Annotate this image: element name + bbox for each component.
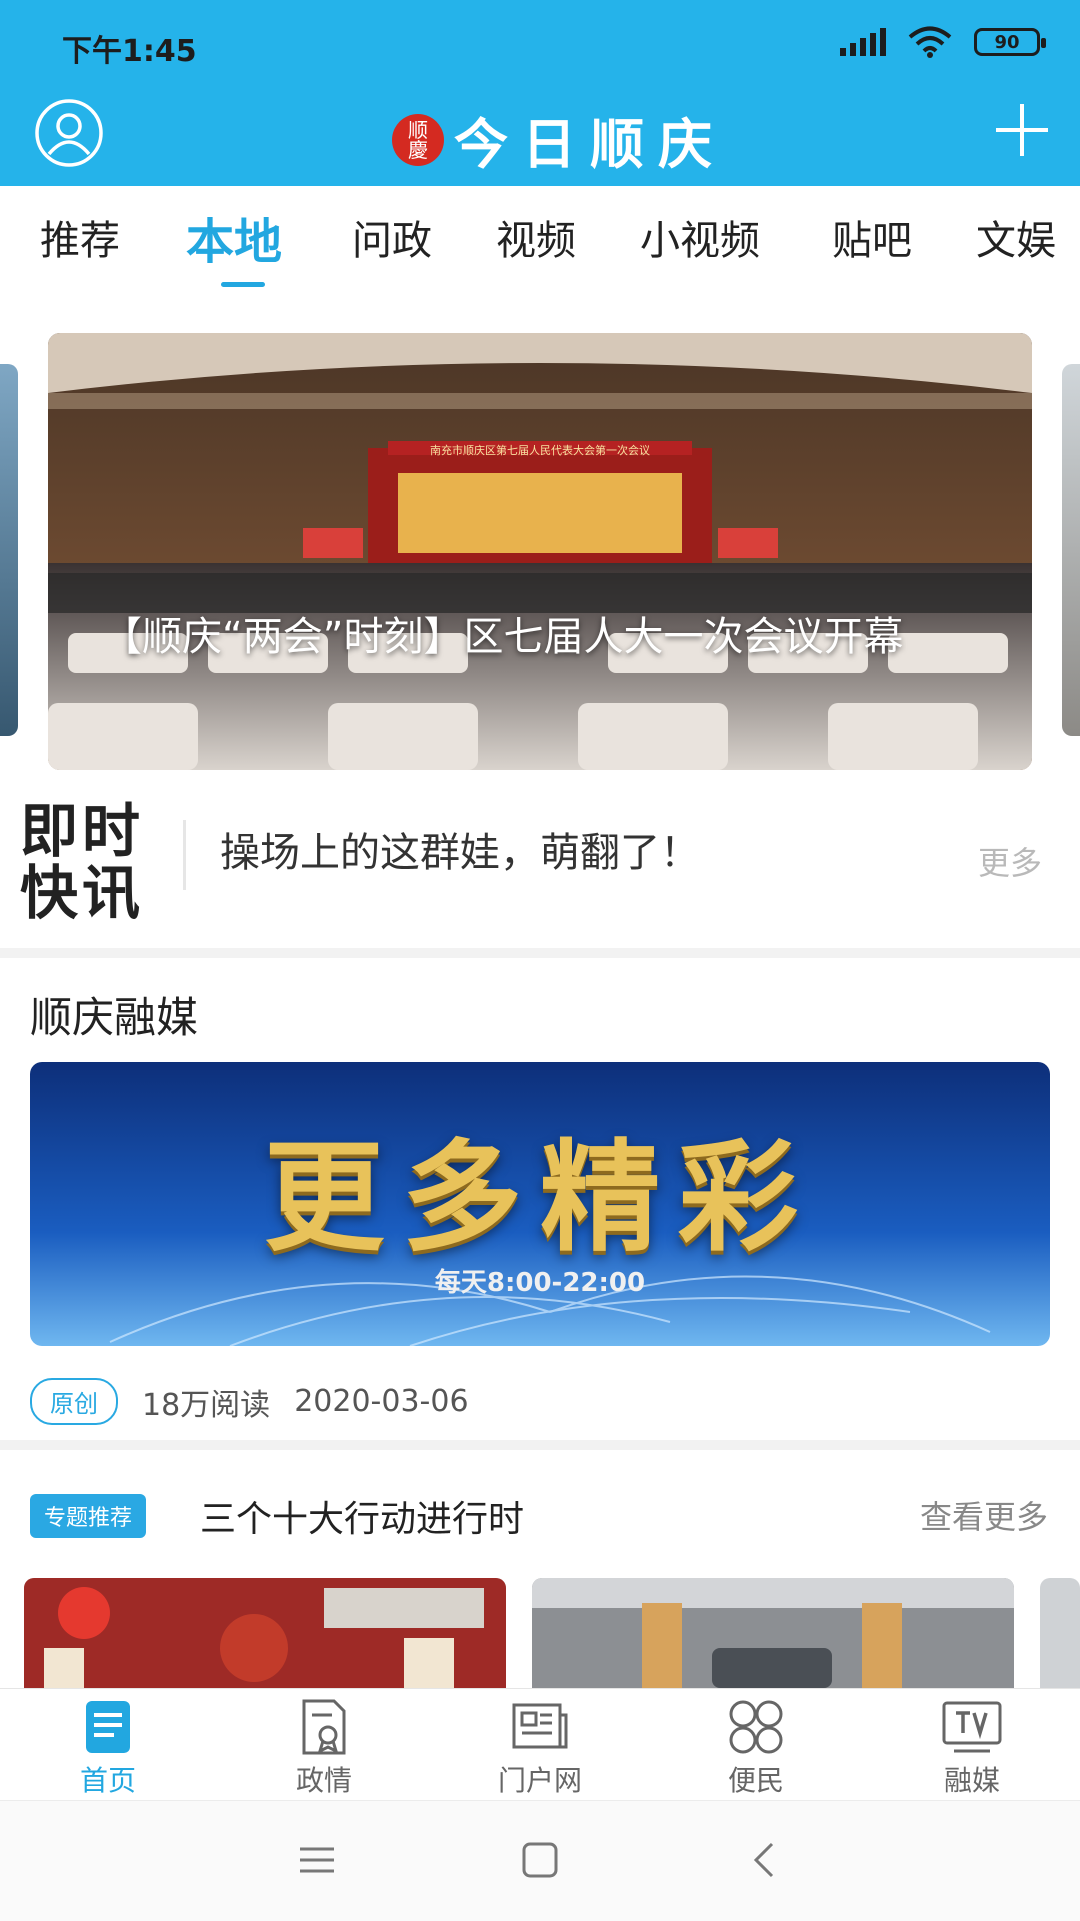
status-icons: 90 xyxy=(840,26,1046,58)
banner-headline: 更多精彩 xyxy=(264,1127,816,1268)
nav-label: 门户网 xyxy=(497,1764,582,1797)
app-logo: 顺慶 今日顺庆 xyxy=(392,100,726,179)
nav-politics[interactable]: 政情 xyxy=(254,1697,394,1799)
topic-badge: 专题推荐 xyxy=(30,1494,147,1538)
hero-image xyxy=(48,333,1032,770)
flash-logo-line1: 即时 xyxy=(20,797,145,865)
section-title: 顺庆融媒 xyxy=(30,993,199,1042)
banner-subtitle: 每天8:00-22:00 xyxy=(434,1268,646,1298)
wifi-icon xyxy=(908,26,952,58)
hero-carousel-card[interactable]: 南充市顺庆区第七届人民代表大会第一次会议 【顺庆“两会”时刻】区七届人大一次会议… xyxy=(48,333,1032,770)
section-separator xyxy=(0,1440,1080,1450)
tab-video[interactable]: 视频 xyxy=(496,208,576,266)
channel-tabs: 推荐 本地 问政 视频 小视频 贴吧 文娱 xyxy=(0,186,1080,286)
nav-label: 便民 xyxy=(727,1764,784,1797)
topic-more-link[interactable]: 查看更多 xyxy=(920,1492,1048,1538)
flash-logo-line2: 快讯 xyxy=(20,859,145,927)
battery-level: 90 xyxy=(994,31,1020,53)
read-count: 18万阅读 xyxy=(142,1387,271,1423)
stage-banner-text: 南充市顺庆区第七届人民代表大会第一次会议 xyxy=(430,444,650,457)
portal-news-icon xyxy=(512,1703,568,1749)
topic-title[interactable]: 三个十大行动进行时 xyxy=(200,1490,524,1542)
topic-thumbnail-peek[interactable] xyxy=(1040,1578,1080,1688)
publish-date: 2020-03-06 xyxy=(294,1384,469,1419)
battery-icon: 90 xyxy=(974,28,1046,56)
app-title: 今日顺庆 xyxy=(454,112,726,176)
flash-news-row[interactable]: 即时 快讯 操场上的这群娃，萌翻了！ 更多 xyxy=(0,790,1080,940)
back-icon[interactable] xyxy=(740,1835,790,1885)
original-tag: 原创 xyxy=(30,1378,118,1425)
flash-divider xyxy=(183,820,186,890)
politics-doc-icon xyxy=(302,1699,346,1755)
flash-news-logo: 即时 快讯 xyxy=(20,800,166,924)
article-meta: 原创 18万阅读 2020-03-06 xyxy=(30,1378,469,1425)
tab-inquiry[interactable]: 问政 xyxy=(352,208,432,266)
carousel-next-peek[interactable] xyxy=(1062,364,1080,736)
carousel-prev-peek[interactable] xyxy=(0,364,18,736)
nav-label: 首页 xyxy=(79,1764,136,1797)
logo-seal-text: 顺慶 xyxy=(408,117,428,162)
system-navigation-bar xyxy=(0,1800,1080,1921)
app-header: 下午1:45 90 顺慶 今日顺庆 xyxy=(0,0,1080,186)
nav-label: 融媒 xyxy=(943,1764,1000,1797)
nav-services[interactable]: 便民 xyxy=(686,1697,826,1799)
tab-local[interactable]: 本地 xyxy=(186,202,282,272)
home-square-icon[interactable] xyxy=(515,1835,565,1885)
bottom-navigation: 首页 政情 门户网 便民 融媒 xyxy=(0,1688,1080,1801)
nav-media[interactable]: 融媒 xyxy=(902,1697,1042,1799)
festival-image xyxy=(24,1578,506,1688)
nav-home[interactable]: 首页 xyxy=(38,1697,178,1799)
tab-short-video[interactable]: 小视频 xyxy=(640,208,760,266)
menu-icon[interactable] xyxy=(292,1835,342,1885)
nav-portal[interactable]: 门户网 xyxy=(470,1697,610,1799)
parking-image xyxy=(532,1578,1014,1688)
tab-indicator xyxy=(221,282,265,287)
logo-seal: 顺慶 xyxy=(392,113,444,166)
tab-forum[interactable]: 贴吧 xyxy=(832,208,912,266)
flash-more-link[interactable]: 更多 xyxy=(978,838,1042,884)
signal-icon xyxy=(840,28,886,56)
user-icon[interactable] xyxy=(34,98,104,168)
tab-recommend[interactable]: 推荐 xyxy=(40,208,120,266)
tv-icon xyxy=(942,1701,1002,1753)
nav-label: 政情 xyxy=(295,1764,352,1797)
home-doc-icon xyxy=(86,1701,130,1753)
tab-entertainment[interactable]: 文娱 xyxy=(976,208,1056,266)
media-banner[interactable]: 更多精彩 每天8:00-22:00 xyxy=(30,1062,1050,1346)
hero-title: 【顺庆“两会”时刻】区七届人大一次会议开幕 xyxy=(102,614,904,660)
services-grid-icon xyxy=(729,1700,783,1754)
topic-thumbnail[interactable] xyxy=(24,1578,506,1688)
section-separator xyxy=(0,948,1080,958)
plus-icon[interactable] xyxy=(992,100,1052,160)
flash-news-text[interactable]: 操场上的这群娃，萌翻了！ xyxy=(220,820,700,878)
status-time: 下午1:45 xyxy=(62,34,197,69)
topic-thumbnail[interactable] xyxy=(532,1578,1014,1688)
